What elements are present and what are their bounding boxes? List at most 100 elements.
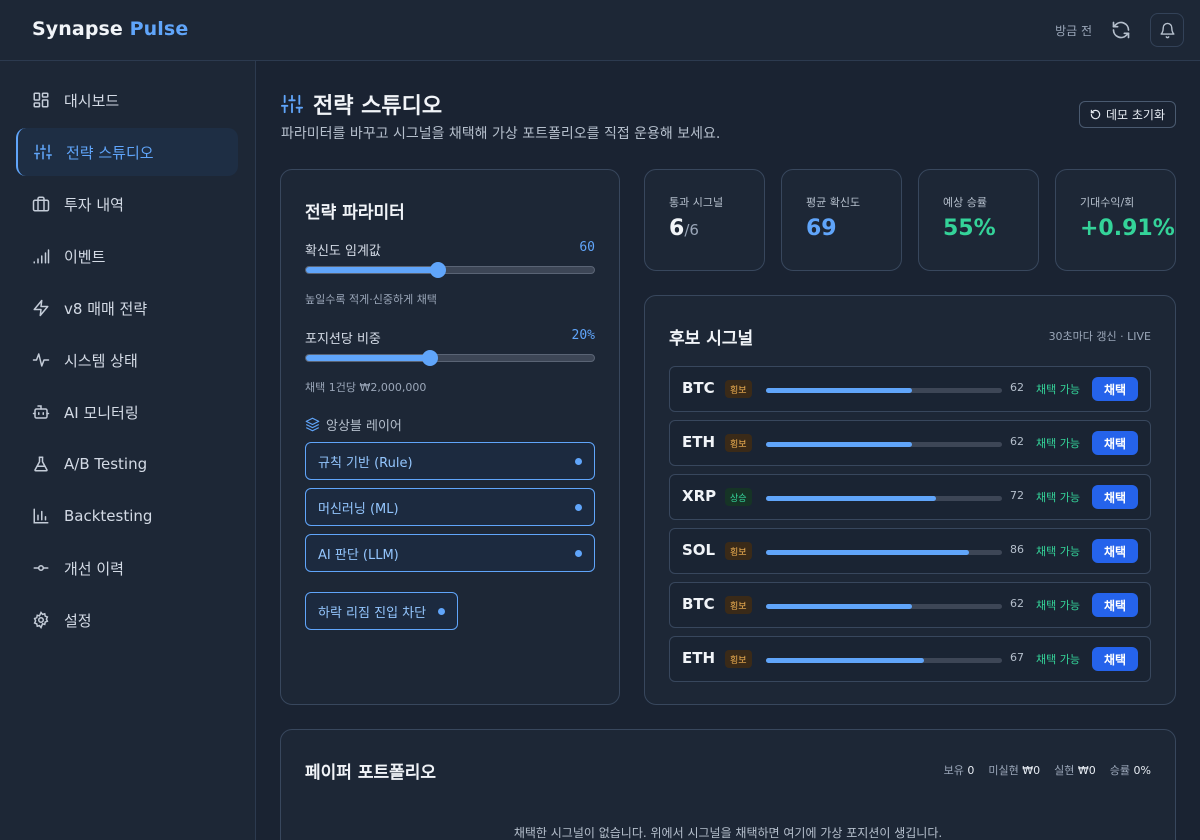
adopt-button[interactable]: 채택	[1092, 647, 1138, 671]
reset-demo-button[interactable]: 데모 초기화	[1078, 101, 1176, 128]
sidebar-item-label: 시스템 상태	[64, 351, 138, 370]
stat-expected-return: 기대수익/회 +0.91%	[1055, 169, 1176, 271]
sidebar-item-label: A/B Testing	[64, 455, 148, 473]
confidence-bar	[766, 388, 1002, 393]
brand-logo[interactable]: Synapse Pulse	[32, 18, 188, 40]
sidebar-item-investments[interactable]: 투자 내역	[16, 180, 238, 228]
position-hint: 채택 1건당 ₩2,000,000	[305, 381, 427, 394]
notifications-button[interactable]	[1150, 13, 1184, 47]
winrate-label: 승률	[1109, 764, 1131, 777]
unrealized-label: 미실현	[988, 764, 1019, 777]
activity-icon	[32, 353, 50, 367]
held-stat: 보유 0	[944, 762, 975, 778]
sidebar-item-label: 투자 내역	[64, 195, 124, 214]
sidebar-item-label: 대시보드	[64, 91, 120, 110]
signal-symbol: SOL	[682, 541, 716, 559]
commit-icon	[33, 565, 49, 571]
adopt-button[interactable]: 채택	[1092, 539, 1138, 563]
sidebar-item-ai-monitoring[interactable]: AI 모니터링	[16, 388, 238, 436]
sidebar-item-label: v8 매매 전략	[64, 299, 148, 318]
confidence-slider[interactable]	[305, 262, 595, 278]
confidence-bar	[766, 496, 1002, 501]
position-slider-thumb[interactable]	[421, 350, 438, 366]
position-value: 20%	[571, 328, 595, 343]
active-dot	[438, 607, 446, 615]
layer-ml-toggle[interactable]: 머신러닝 (ML)	[305, 488, 595, 526]
sidebar-item-label: 개선 이력	[64, 559, 124, 578]
sidebar: 대시보드 전략 스튜디오 투자 내역 이벤트 v8 매매 전략 시스템 상태 A…	[0, 61, 256, 840]
sidebar-item-dashboard[interactable]: 대시보드	[16, 76, 238, 124]
strategy-params-card: 전략 파라미터 확신도 임계값 60 높일수록 적게·신중하게 채택 포지션당 …	[280, 169, 620, 705]
confidence-slider-thumb[interactable]	[430, 262, 447, 278]
signal-row: ETH 횡보 62 채택 가능 채택	[669, 420, 1151, 466]
confidence-bar	[766, 658, 1002, 663]
adopt-button[interactable]: 채택	[1092, 485, 1138, 509]
adopt-button[interactable]: 채택	[1092, 431, 1138, 455]
signal-row: BTC 횡보 62 채택 가능 채택	[669, 366, 1151, 412]
sliders-icon	[281, 94, 303, 114]
confidence-hint: 높일수록 적게·신중하게 채택	[305, 293, 437, 306]
realized-label: 실현	[1054, 764, 1075, 777]
sidebar-item-strategy-studio[interactable]: 전략 스튜디오	[16, 128, 238, 176]
bolt-icon	[33, 299, 49, 317]
confidence-bar-fill	[766, 388, 913, 393]
regime-badge: 횡보	[725, 596, 752, 614]
stat-value: 69	[806, 216, 837, 241]
sliders-icon	[34, 144, 52, 160]
sidebar-item-label: Backtesting	[64, 507, 153, 525]
sidebar-item-ab-testing[interactable]: A/B Testing	[16, 440, 238, 488]
sidebar-item-backtesting[interactable]: Backtesting	[16, 492, 238, 540]
sidebar-item-improvement-log[interactable]: 개선 이력	[16, 544, 238, 592]
signal-symbol: ETH	[682, 433, 716, 451]
page-title-text: 전략 스튜디오	[313, 94, 443, 119]
confidence-slider-fill	[306, 267, 439, 273]
confidence-bar	[766, 550, 1002, 555]
robot-icon	[32, 405, 50, 419]
portfolio-stats: 보유 0 미실현 ₩0 실현 ₩0 승률 0%	[944, 762, 1151, 778]
confidence-value: 72	[1010, 489, 1024, 502]
held-label: 보유	[943, 764, 964, 777]
layer-label: 규칙 기반 (Rule)	[318, 455, 413, 471]
confidence-bar-fill	[766, 550, 969, 555]
refresh-button[interactable]	[1104, 13, 1138, 47]
stat-label: 통과 시그널	[669, 196, 724, 209]
stat-label: 예상 승률	[943, 196, 987, 209]
page-title: 전략 스튜디오	[281, 88, 442, 120]
layer-rule-toggle[interactable]: 규칙 기반 (Rule)	[305, 442, 595, 480]
refresh-icon	[1112, 21, 1130, 39]
adopt-button[interactable]: 채택	[1092, 593, 1138, 617]
confidence-value: 67	[1010, 651, 1024, 664]
sidebar-item-events[interactable]: 이벤트	[16, 232, 238, 280]
last-updated: 방금 전	[1055, 23, 1092, 38]
regime-badge: 횡보	[725, 434, 752, 452]
winrate-stat: 승률 0%	[1110, 762, 1151, 778]
stat-value: 55%	[943, 216, 996, 241]
available-status: 채택 가능	[1036, 599, 1080, 612]
confidence-bar-fill	[766, 658, 925, 663]
adopt-button[interactable]: 채택	[1092, 377, 1138, 401]
portfolio-empty-message: 채택한 시그널이 없습니다. 위에서 시그널을 채택하면 여기에 가상 포지션이…	[513, 826, 943, 840]
top-bar: Synapse Pulse 방금 전	[0, 0, 1200, 61]
available-status: 채택 가능	[1036, 491, 1080, 504]
regime-badge: 횡보	[725, 650, 752, 668]
bar-chart-icon	[33, 508, 49, 524]
available-status: 채택 가능	[1036, 383, 1080, 396]
available-status: 채택 가능	[1036, 545, 1080, 558]
realized-stat: 실현 ₩0	[1054, 762, 1096, 778]
stat-label: 기대수익/회	[1080, 196, 1135, 209]
sidebar-item-label: 이벤트	[64, 247, 106, 266]
layers-icon	[305, 417, 320, 432]
confidence-value: 62	[1010, 381, 1024, 394]
signal-row: SOL 횡보 86 채택 가능 채택	[669, 528, 1151, 574]
regime-badge: 상승	[725, 488, 752, 506]
layer-llm-toggle[interactable]: AI 판단 (LLM)	[305, 534, 595, 572]
confidence-bar-fill	[766, 442, 913, 447]
sidebar-item-settings[interactable]: 설정	[16, 596, 238, 644]
brand-accent: Pulse	[129, 18, 189, 40]
position-slider[interactable]	[305, 350, 595, 366]
bear-regime-block-toggle[interactable]: 하락 리짐 진입 차단	[305, 592, 459, 630]
sidebar-item-system-status[interactable]: 시스템 상태	[16, 336, 238, 384]
layer-label: 머신러닝 (ML)	[318, 501, 399, 517]
stat-passed-signals: 통과 시그널 6/6	[644, 169, 765, 271]
sidebar-item-v8-strategy[interactable]: v8 매매 전략	[16, 284, 238, 332]
